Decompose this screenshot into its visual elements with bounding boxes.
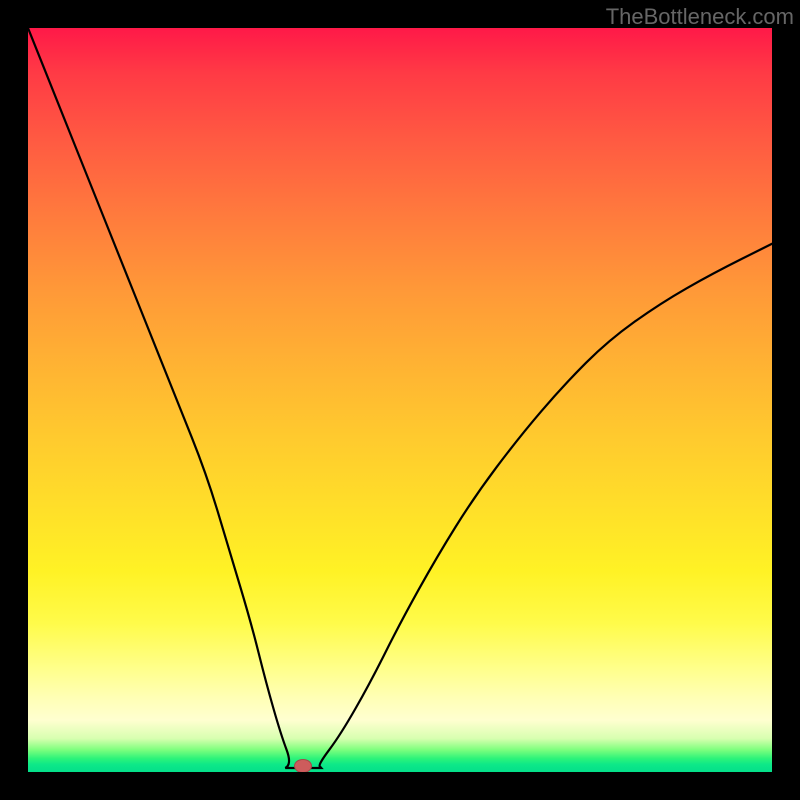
plot-area [28,28,772,772]
bottleneck-curve [28,28,772,772]
optimal-point-marker [294,759,312,772]
watermark-text: TheBottleneck.com [606,4,794,30]
